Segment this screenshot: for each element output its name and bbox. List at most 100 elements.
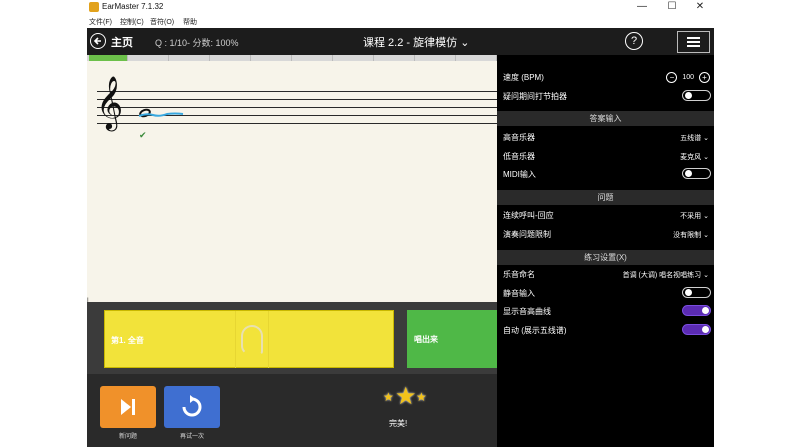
- pitch-curve: [138, 112, 184, 117]
- high-instrument-label: 高音乐器: [503, 133, 535, 142]
- retry-label: 再试一次: [179, 434, 204, 440]
- pitch-curve-row: 显示音高曲线: [497, 303, 714, 320]
- hamburger-menu-button[interactable]: [677, 31, 710, 53]
- chevron-down-icon: ⌄: [703, 232, 709, 239]
- tempo-decrease-button[interactable]: −: [666, 72, 678, 83]
- star-icon: ★: [383, 390, 394, 404]
- tempo-stepper: − 100 +: [666, 72, 710, 83]
- answer-tile-label: 第1. 全音: [111, 336, 144, 345]
- three-stars-icon: ★ ★ ★: [383, 382, 433, 412]
- low-instrument-label: 低音乐器: [503, 152, 535, 161]
- star-icon: ★: [416, 390, 427, 404]
- tempo-row: 速度 (BPM) − 100 +: [497, 69, 714, 86]
- auto-staff-label: 自动 (展示五线谱): [503, 326, 567, 335]
- answer-area: 第1. 全音 唱出来: [87, 302, 497, 374]
- tempo-label: 速度 (BPM): [503, 73, 544, 82]
- sing-it-label: 唱出来: [414, 335, 438, 344]
- mute-input-row: 静音输入: [497, 285, 714, 302]
- pitch-curve-label: 显示音高曲线: [503, 307, 551, 316]
- menu-icon-bar: [687, 41, 700, 43]
- retry-button[interactable]: [164, 386, 220, 428]
- chevron-down-icon: ⌄: [703, 213, 709, 220]
- chevron-down-icon: ⌄: [460, 37, 470, 49]
- window-title: EarMaster 7.1.32: [102, 2, 164, 11]
- menu-bar: 文件(F) 控制(C) 音符(O) 帮助: [87, 15, 714, 28]
- question-limit-value: 没有限制: [673, 232, 702, 239]
- menu-control[interactable]: 控制(C): [120, 17, 144, 27]
- low-instrument-row[interactable]: 低音乐器 麦克风 ⌄: [497, 148, 714, 165]
- high-instrument-value: 五线谱: [680, 135, 702, 142]
- earmaster-logo-icon: [89, 2, 99, 12]
- staff-line: [97, 91, 497, 92]
- auto-staff-row: 自动 (展示五线谱): [497, 322, 714, 339]
- help-button[interactable]: ?: [625, 32, 643, 50]
- question-score-status: Q : 1/10- 分数: 100%: [155, 38, 239, 48]
- call-response-select[interactable]: 不采用 ⌄: [680, 211, 709, 221]
- maximize-button[interactable]: ☐: [662, 0, 682, 15]
- tempo-value: 100: [682, 74, 695, 82]
- toggle-knob: [702, 307, 709, 314]
- ear-shape: [241, 325, 263, 355]
- staff-line: [97, 123, 497, 124]
- low-instrument-value: 麦克风: [680, 154, 702, 161]
- toggle-knob: [702, 326, 709, 333]
- high-instrument-select[interactable]: 五线谱 ⌄: [680, 133, 709, 143]
- chevron-down-icon: ⌄: [703, 154, 709, 161]
- staff-area: 𝄞 ✔ I: [87, 61, 497, 304]
- call-response-label: 连续呼叫-回应: [503, 211, 554, 220]
- chevron-down-icon: ⌄: [703, 272, 709, 279]
- metronome-toggle[interactable]: [682, 90, 711, 101]
- minimize-button[interactable]: —: [632, 0, 652, 15]
- earmaster-window: EarMaster 7.1.32 — ☐ ✕ 文件(F) 控制(C) 音符(O)…: [87, 0, 714, 447]
- section-question: 问题: [497, 190, 714, 205]
- course-selector[interactable]: 课程 2.2 - 旋律模仿 ⌄: [363, 34, 469, 50]
- solfege-row[interactable]: 乐音命名 首调 (大调) 唱名视唱练习 ⌄: [497, 266, 714, 283]
- midi-label: MIDI输入: [503, 170, 536, 179]
- answer-tile-whole-tone[interactable]: 第1. 全音: [104, 310, 394, 368]
- ear-icon: [235, 311, 269, 368]
- correct-check-icon: ✔: [139, 130, 147, 140]
- midi-toggle[interactable]: [682, 168, 711, 179]
- section-practice-settings: 练习设置(X): [497, 250, 714, 265]
- sing-it-tile[interactable]: 唱出来: [407, 310, 497, 368]
- course-title: 课程 2.2 - 旋律模仿: [363, 37, 458, 49]
- question-limit-select[interactable]: 没有限制 ⌄: [673, 230, 709, 240]
- solfege-select[interactable]: 首调 (大调) 唱名视唱练习 ⌄: [623, 270, 709, 280]
- metronome-label: 疑问期间打节拍器: [503, 92, 567, 101]
- question-limit-label: 演奏问题限制: [503, 230, 551, 239]
- pitch-curve-toggle[interactable]: [682, 305, 711, 316]
- settings-panel: 速度 (BPM) − 100 + 疑问期间打节拍器 答案输入 高音乐器 五线谱 …: [497, 55, 714, 447]
- auto-staff-toggle[interactable]: [682, 324, 711, 335]
- back-arrow-icon: [90, 33, 106, 49]
- chevron-down-icon: ⌄: [703, 135, 709, 142]
- metronome-row: 疑问期间打节拍器: [497, 88, 714, 105]
- midi-row: MIDI输入: [497, 166, 714, 183]
- high-instrument-row[interactable]: 高音乐器 五线谱 ⌄: [497, 129, 714, 146]
- question-limit-row[interactable]: 演奏问题限制 没有限制 ⌄: [497, 226, 714, 243]
- section-answer-input: 答案输入: [497, 111, 714, 126]
- skip-next-icon: [121, 399, 135, 415]
- retry-icon: [182, 395, 202, 417]
- call-response-row[interactable]: 连续呼叫-回应 不采用 ⌄: [497, 207, 714, 224]
- call-response-value: 不采用: [680, 213, 702, 220]
- mute-input-toggle[interactable]: [682, 287, 711, 298]
- star-icon: ★: [395, 383, 417, 410]
- new-question-label: 新问题: [118, 434, 137, 440]
- toggle-knob: [685, 92, 692, 99]
- title-bar: EarMaster 7.1.32 — ☐ ✕: [87, 0, 714, 15]
- treble-clef-icon: 𝄞: [96, 75, 124, 129]
- solfege-value: 首调 (大调) 唱名视唱练习: [622, 272, 702, 279]
- menu-file[interactable]: 文件(F): [89, 17, 112, 27]
- toggle-knob: [685, 289, 692, 296]
- close-button[interactable]: ✕: [690, 0, 710, 15]
- new-question-button[interactable]: [100, 386, 156, 428]
- result-text: 完美!: [389, 419, 408, 428]
- low-instrument-select[interactable]: 麦克风 ⌄: [680, 152, 709, 162]
- tempo-increase-button[interactable]: +: [699, 72, 710, 83]
- menu-icon-bar: [687, 37, 700, 39]
- menu-help[interactable]: 帮助: [183, 17, 197, 27]
- top-toolbar: 主页 Q : 1/10- 分数: 100% 课程 2.2 - 旋律模仿 ⌄ ?: [87, 28, 714, 55]
- bottom-bar: 新问题 再试一次 ★ ★ ★ 完美!: [87, 374, 497, 447]
- solfege-label: 乐音命名: [503, 270, 535, 279]
- menu-note[interactable]: 音符(O): [150, 17, 174, 27]
